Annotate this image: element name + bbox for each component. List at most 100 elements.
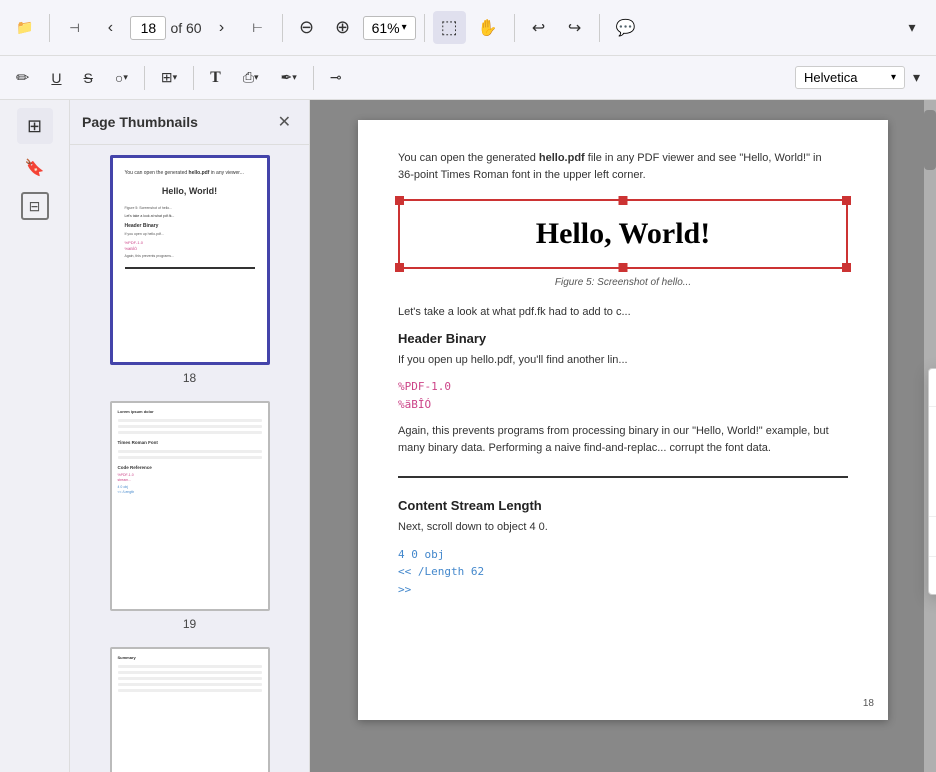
zoom-selector[interactable]: 61% ▾: [363, 16, 416, 40]
pdf-caption: Figure 5: Screenshot of hello...: [398, 277, 848, 288]
page-navigation: ⊣ ‹ of 60 › ⊢: [58, 13, 273, 43]
image-tool-button[interactable]: ⊞ ▾: [153, 64, 185, 91]
text-tool-button[interactable]: T: [202, 64, 229, 92]
corner-tm-dot: [619, 196, 628, 205]
layers-sidebar-btn[interactable]: ⊟: [21, 192, 49, 220]
pdf-content-stream-heading: Content Stream Length: [398, 498, 848, 513]
thumbnails-close-button[interactable]: ✕: [272, 110, 297, 134]
page-number-badge: 18: [859, 697, 878, 710]
sep1: [49, 14, 50, 42]
hello-world-text: Hello, World!: [536, 217, 710, 251]
more-tools-button[interactable]: ▾: [896, 13, 928, 42]
scrollbar-thumb[interactable]: [924, 110, 936, 170]
pdf-page: You can open the generated hello.pdf fil…: [358, 120, 888, 720]
total-pages-label: of 60: [170, 20, 201, 36]
thumbnail-page-20-box[interactable]: Summary: [110, 647, 270, 772]
pdf-code-blue-line-2: << /Length 62: [398, 563, 848, 581]
redo-button[interactable]: ↪: [559, 12, 591, 44]
context-menu-comment[interactable]: 💬 Comment: [929, 559, 936, 594]
thumb-18-content: You can open the generated hello.pdf in …: [113, 158, 267, 299]
thumbnail-page-19-box[interactable]: Lorem ipsum dolor Times Roman Font Code …: [110, 401, 270, 611]
open-file-button[interactable]: 📁: [8, 13, 41, 42]
corner-br-dot: [842, 263, 851, 272]
font-more-button[interactable]: ▾: [905, 64, 928, 91]
first-page-button[interactable]: ⊣: [58, 15, 90, 41]
bookmark-sidebar-btn[interactable]: 🔖: [17, 150, 53, 186]
zoom-in-button[interactable]: ⊕: [327, 11, 359, 44]
next-page-button[interactable]: ›: [206, 13, 238, 43]
thumbnails-list: You can open the generated hello.pdf in …: [70, 145, 309, 772]
context-menu-delete[interactable]: 🗑 Delete: [929, 519, 936, 554]
pdf-code-block-1: %PDF-1.0 %äBÎÓ: [398, 378, 848, 413]
pdf-lets-look-text: Let's take a look at what pdf.fk had to …: [398, 304, 848, 321]
zoom-arrow-icon: ▾: [402, 22, 407, 33]
thumbnails-title: Page Thumbnails: [82, 114, 198, 130]
font-chevron-icon: ▾: [891, 72, 896, 83]
thumbnail-page-19: Lorem ipsum dolor Times Roman Font Code …: [82, 401, 297, 631]
context-menu-paste: ⬜ Paste: [929, 479, 936, 514]
sep-t2: [193, 66, 194, 90]
draw-tool-button[interactable]: ✒ ▾: [273, 64, 305, 91]
undo-button[interactable]: ↩: [523, 12, 555, 44]
sep-t3: [313, 66, 314, 90]
thumbnail-page-18-box[interactable]: You can open the generated hello.pdf in …: [110, 155, 270, 365]
corner-tr-dot: [842, 196, 851, 205]
thumbnail-page-19-label: 19: [183, 617, 196, 631]
current-page-input[interactable]: [130, 16, 166, 40]
ctx-divider-2: [929, 516, 936, 517]
strikethrough-tool-button[interactable]: S: [76, 65, 101, 91]
sep3: [424, 14, 425, 42]
pdf-content-area[interactable]: You can open the generated hello.pdf fil…: [310, 100, 936, 772]
context-menu-lock[interactable]: 🔒 Lock Annotation: [929, 369, 936, 404]
font-name-label: Helvetica: [804, 70, 857, 85]
zoom-out-button[interactable]: ⊖: [291, 11, 323, 44]
stamp-tool-button[interactable]: ⎙ ▾: [235, 64, 267, 91]
font-selector-area: Helvetica ▾ ▾: [795, 64, 928, 91]
toolbar-second: ✏ U S ○ ▾ ⊞ ▾ T ⎙ ▾ ✒ ▾ ⊸ Helvetica ▾ ▾: [0, 56, 936, 100]
thumb-19-content: Lorem ipsum dolor Times Roman Font Code …: [112, 403, 268, 503]
thumb-20-content: Summary: [112, 649, 268, 702]
pdf-divider: [398, 476, 848, 478]
pdf-header-binary-heading: Header Binary: [398, 331, 848, 346]
pdf-next-scroll-text: Next, scroll down to object 4 0.: [398, 519, 848, 536]
thumbnails-header: Page Thumbnails ✕: [70, 100, 309, 145]
thumbnail-page-20: Summary: [82, 647, 297, 772]
font-dropdown[interactable]: Helvetica ▾: [795, 66, 905, 89]
sep4: [514, 14, 515, 42]
hello-world-annotation-box[interactable]: Hello, World!: [398, 199, 848, 269]
sidebar: ⊞ 🔖 ⊟: [0, 100, 70, 772]
pdf-code-line-2: %äBÎÓ: [398, 396, 848, 414]
pdf-code-block-2: 4 0 obj << /Length 62 >>: [398, 546, 848, 599]
context-menu-cut[interactable]: ✂ Cut: [929, 409, 936, 444]
zoom-value: 61%: [372, 20, 400, 36]
pdf-code-line-1: %PDF-1.0: [398, 378, 848, 396]
pdf-code-blue-line-3: >>: [398, 581, 848, 599]
pdf-again-text: Again, this prevents programs from proce…: [398, 423, 848, 456]
thumbnails-panel: Page Thumbnails ✕ You can open the gener…: [70, 100, 310, 772]
last-page-button[interactable]: ⊢: [242, 15, 274, 41]
toolbar-top: 📁 ⊣ ‹ of 60 › ⊢ ⊖ ⊕ 61% ▾ ⬚ ✋ ↩ ↪ 💬 ▾: [0, 0, 936, 56]
main-area: ⊞ 🔖 ⊟ Page Thumbnails ✕ You can open the…: [0, 100, 936, 772]
corner-bm-dot: [619, 263, 628, 272]
thumbnail-sidebar-btn[interactable]: ⊞: [17, 108, 53, 144]
thumbnail-page-18: You can open the generated hello.pdf in …: [82, 155, 297, 385]
pdf-header-binary-text: If you open up hello.pdf, you'll find an…: [398, 352, 848, 369]
sep2: [282, 14, 283, 42]
pen-tool-button[interactable]: ✏: [8, 63, 37, 93]
thumbnail-page-18-label: 18: [183, 371, 196, 385]
underline-tool-button[interactable]: U: [43, 65, 69, 91]
measure-tool-button[interactable]: ⊸: [322, 64, 350, 91]
prev-page-button[interactable]: ‹: [94, 13, 126, 43]
toolbar-right: ▾: [896, 13, 928, 42]
pdf-code-blue-line-1: 4 0 obj: [398, 546, 848, 564]
context-menu: 🔒 Lock Annotation ✂ Cut ⧉ Copy ⬜ Paste 🗑…: [928, 368, 936, 595]
shape-tool-button[interactable]: ○ ▾: [107, 65, 136, 91]
corner-bl-dot: [395, 263, 404, 272]
cursor-tool-button[interactable]: ⬚: [433, 11, 466, 44]
corner-tl-dot: [395, 196, 404, 205]
hand-tool-button[interactable]: ✋: [470, 12, 506, 44]
ctx-divider-3: [929, 556, 936, 557]
sep-t1: [144, 66, 145, 90]
comment-panel-button[interactable]: 💬: [608, 12, 644, 44]
context-menu-copy[interactable]: ⧉ Copy: [929, 444, 936, 479]
